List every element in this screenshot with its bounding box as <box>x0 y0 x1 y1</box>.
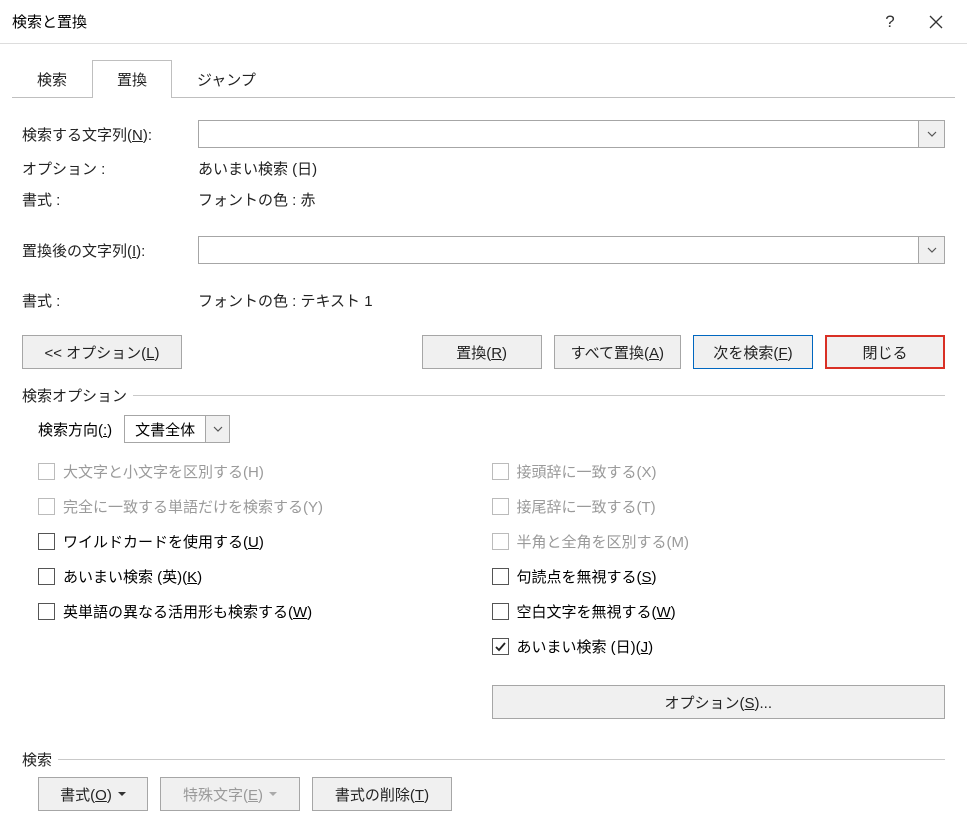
replace-with-input[interactable] <box>199 237 918 263</box>
close-icon <box>929 15 943 29</box>
search-format-legend: 検索 <box>22 749 58 770</box>
checkbox-prefix: 接頭辞に一致する(X) <box>492 461 946 482</box>
search-options-group: 検索オプション 検索方向(:) 文書全体 大文字と小文字を区別する(H) <box>22 395 945 729</box>
fuzzy-options-button[interactable]: オプション(S)... <box>492 685 946 719</box>
checkbox-wildcard[interactable]: ワイルドカードを使用する(U) <box>38 531 492 552</box>
direction-row: 検索方向(:) 文書全体 <box>38 415 945 443</box>
format-button[interactable]: 書式(O) <box>38 777 148 811</box>
replace-all-button[interactable]: すべて置換(A) <box>554 335 681 369</box>
direction-label: 検索方向(:) <box>38 419 112 440</box>
clear-formatting-button[interactable]: 書式の削除(T) <box>312 777 452 811</box>
options-row: オプション : あいまい検索 (日) <box>22 158 945 179</box>
chevron-down-icon <box>927 131 937 137</box>
checkbox-fuzzy-english[interactable]: あいまい検索 (英)(K) <box>38 566 492 587</box>
special-characters-button: 特殊文字(E) <box>160 777 300 811</box>
tab-panel-replace: 検索する文字列(N): オプション : あいまい検索 (日) 書式 : フォント… <box>12 97 955 825</box>
checkbox-half-full-width: 半角と全角を区別する(M) <box>492 531 946 552</box>
help-button[interactable]: ? <box>867 6 913 38</box>
format-replace-value: フォントの色 : テキスト 1 <box>198 290 945 311</box>
format-find-label: 書式 : <box>22 189 198 210</box>
tab-find[interactable]: 検索 <box>12 60 92 98</box>
tab-row: 検索 置換 ジャンプ <box>12 60 967 98</box>
find-what-input[interactable] <box>199 121 918 147</box>
direction-dropdown[interactable] <box>205 416 229 442</box>
format-replace-label: 書式 : <box>22 290 198 311</box>
find-what-dropdown[interactable] <box>918 121 944 147</box>
options-left-column: 大文字と小文字を区別する(H) 完全に一致する単語だけを検索する(Y) ワイルド… <box>38 461 492 719</box>
title-bar: 検索と置換 ? <box>0 0 967 44</box>
search-options-legend: 検索オプション <box>22 385 133 406</box>
close-window-button[interactable] <box>913 6 959 38</box>
tab-replace[interactable]: 置換 <box>92 60 172 98</box>
dialog-title: 検索と置換 <box>12 11 867 32</box>
format-find-value: フォントの色 : 赤 <box>198 189 945 210</box>
chevron-down-icon <box>927 247 937 253</box>
checkbox-suffix: 接尾辞に一致する(T) <box>492 496 946 517</box>
checkbox-word-forms[interactable]: 英単語の異なる活用形も検索する(W) <box>38 601 492 622</box>
checkbox-ignore-whitespace[interactable]: 空白文字を無視する(W) <box>492 601 946 622</box>
find-what-row: 検索する文字列(N): <box>22 120 945 148</box>
direction-select[interactable]: 文書全体 <box>124 415 230 443</box>
find-what-combo[interactable] <box>198 120 945 148</box>
replace-with-label: 置換後の文字列(I): <box>22 240 198 261</box>
replace-with-combo[interactable] <box>198 236 945 264</box>
checkbox-ignore-punctuation[interactable]: 句読点を無視する(S) <box>492 566 946 587</box>
format-find-row: 書式 : フォントの色 : 赤 <box>22 189 945 210</box>
options-value: あいまい検索 (日) <box>198 158 945 179</box>
checkbox-fuzzy-japanese[interactable]: あいまい検索 (日)(J) <box>492 636 946 657</box>
replace-with-row: 置換後の文字列(I): <box>22 236 945 264</box>
search-format-group: 検索 書式(O) 特殊文字(E) 書式の削除(T) <box>22 759 945 811</box>
checkbox-match-case: 大文字と小文字を区別する(H) <box>38 461 492 482</box>
checkmark-icon <box>494 640 507 653</box>
main-button-row: << オプション(L) 置換(R) すべて置換(A) 次を検索(F) 閉じる <box>22 335 945 369</box>
replace-button[interactable]: 置換(R) <box>422 335 542 369</box>
options-toggle-button[interactable]: << オプション(L) <box>22 335 182 369</box>
direction-value: 文書全体 <box>125 419 205 440</box>
caret-down-icon <box>118 792 126 797</box>
find-what-label: 検索する文字列(N): <box>22 124 198 145</box>
find-next-button[interactable]: 次を検索(F) <box>693 335 813 369</box>
options-label: オプション : <box>22 158 198 179</box>
replace-with-dropdown[interactable] <box>918 237 944 263</box>
tab-goto[interactable]: ジャンプ <box>172 60 281 98</box>
caret-down-icon <box>269 792 277 797</box>
chevron-down-icon <box>213 426 223 432</box>
checkbox-whole-word: 完全に一致する単語だけを検索する(Y) <box>38 496 492 517</box>
close-button[interactable]: 閉じる <box>825 335 945 369</box>
format-replace-row: 書式 : フォントの色 : テキスト 1 <box>22 290 945 311</box>
options-right-column: 接頭辞に一致する(X) 接尾辞に一致する(T) 半角と全角を区別する(M) 句読… <box>492 461 946 719</box>
